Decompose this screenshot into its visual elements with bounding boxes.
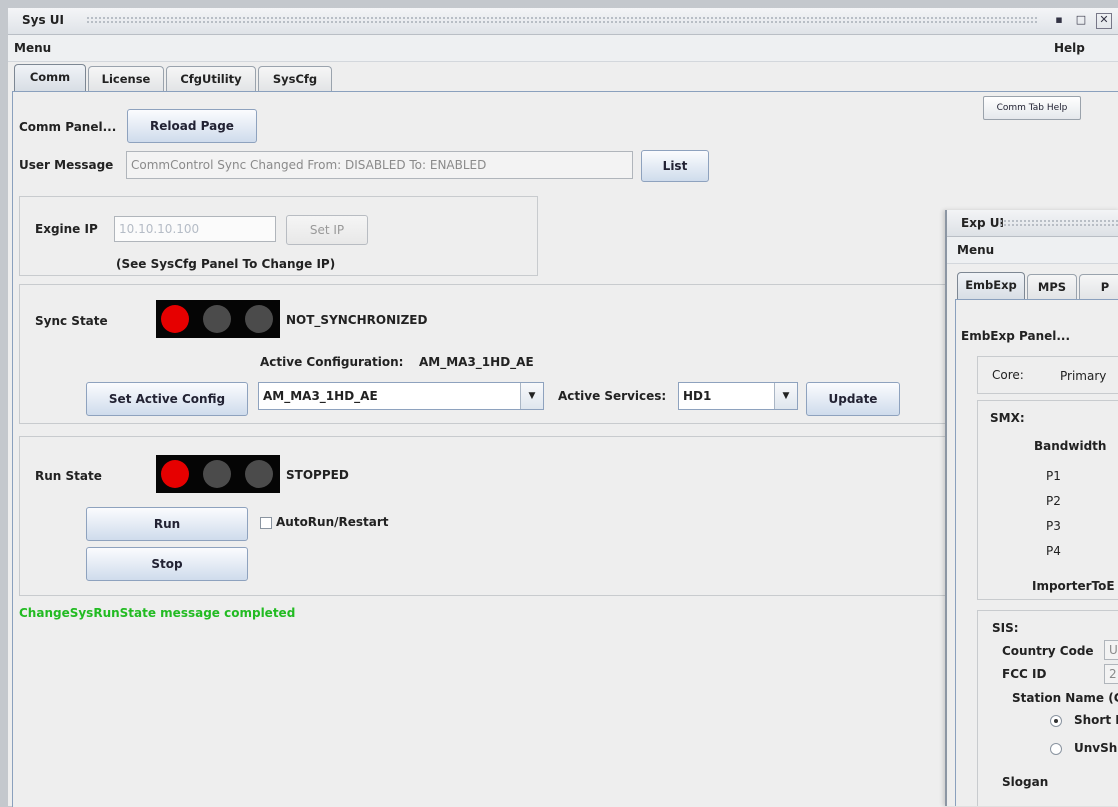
services-combo[interactable]: HD1 ▼ (678, 382, 798, 410)
menu-bar: Menu Help (8, 35, 1118, 62)
unvsh-radio[interactable] (1050, 743, 1062, 755)
smx-p4-label: P4 (1046, 544, 1061, 558)
status-message: ChangeSysRunState message completed (19, 606, 296, 620)
sync-light-right (245, 305, 273, 333)
comm-panel-label: Comm Panel... (19, 120, 117, 134)
run-state-label: Run State (35, 469, 102, 483)
engine-ip-field[interactable]: 10.10.10.100 (114, 216, 276, 242)
sync-state-value: NOT_SYNCHRONIZED (286, 313, 428, 327)
list-button[interactable]: List (641, 150, 709, 182)
user-message-field: CommControl Sync Changed From: DISABLED … (126, 151, 633, 179)
slogan-label: Slogan (1002, 775, 1049, 789)
tab-cfgutility[interactable]: CfgUtility (166, 66, 256, 91)
exp-menu-bar: Menu (947, 237, 1118, 264)
exp-tab-embexp[interactable]: EmbExp (957, 272, 1025, 300)
reload-page-button[interactable]: Reload Page (127, 109, 257, 143)
core-label: Core: (992, 368, 1024, 382)
update-button[interactable]: Update (806, 382, 900, 416)
embexp-panel-label: EmbExp Panel... (961, 329, 1071, 343)
exp-menu-item-menu[interactable]: Menu (957, 243, 994, 257)
menu-item-help[interactable]: Help (1054, 41, 1085, 55)
chevron-down-icon[interactable]: ▼ (774, 383, 797, 409)
run-traffic-light (156, 455, 280, 493)
config-combo-value: AM_MA3_1HD_AE (263, 389, 378, 403)
minimize-icon[interactable]: ▪ (1052, 13, 1066, 27)
core-group: Core: Primary (977, 356, 1118, 394)
comm-tab-help-button[interactable]: Comm Tab Help (983, 96, 1081, 120)
close-icon[interactable]: ✕ (1096, 13, 1112, 29)
smx-p3-label: P3 (1046, 519, 1061, 533)
chevron-down-icon[interactable]: ▼ (520, 383, 543, 409)
country-code-label: Country Code (1002, 644, 1094, 658)
sync-light-middle (203, 305, 231, 333)
unvsh-radio-label[interactable]: UnvSh (1074, 741, 1117, 755)
menu-item-menu[interactable]: Menu (14, 41, 51, 55)
autorun-label[interactable]: AutoRun/Restart (276, 515, 389, 529)
smx-group: SMX: Bandwidth P1 P2 P3 P4 ImporterToE (977, 400, 1118, 600)
exp-title-grip (999, 219, 1118, 227)
short-radio[interactable] (1050, 715, 1062, 727)
sis-label: SIS: (992, 621, 1019, 635)
exp-tab-p[interactable]: P (1079, 274, 1118, 299)
config-combo[interactable]: AM_MA3_1HD_AE ▼ (258, 382, 544, 410)
exp-tab-mps[interactable]: MPS (1027, 274, 1077, 299)
exp-ui-window: Exp UI Menu EmbExp MPS P EmbExp Panel...… (945, 210, 1118, 806)
run-state-group: Run State STOPPED Run AutoRun/Restart St… (19, 436, 959, 596)
engine-ip-group: Exgine IP 10.10.10.100 Set IP (See SysCf… (19, 196, 538, 276)
title-bar[interactable]: Sys UI ▪ □ ✕ (8, 8, 1118, 35)
run-button[interactable]: Run (86, 507, 248, 541)
autorun-checkbox[interactable] (260, 517, 272, 529)
sync-state-label: Sync State (35, 314, 108, 328)
active-services-label: Active Services: (558, 389, 667, 403)
exp-title-bar[interactable]: Exp UI (947, 210, 1118, 237)
short-radio-label[interactable]: Short I (1074, 713, 1118, 727)
bandwidth-label: Bandwidth (1034, 439, 1107, 453)
ip-note: (See SysCfg Panel To Change IP) (116, 257, 336, 271)
maximize-icon[interactable]: □ (1074, 13, 1088, 27)
sync-light-red (161, 305, 189, 333)
tab-strip: Comm License CfgUtility SysCfg (8, 62, 1118, 92)
tab-comm[interactable]: Comm (14, 64, 86, 92)
run-light-red (161, 460, 189, 488)
fcc-id-label: FCC ID (1002, 667, 1047, 681)
stop-button[interactable]: Stop (86, 547, 248, 581)
active-config-value: AM_MA3_1HD_AE (419, 355, 534, 369)
services-combo-value: HD1 (683, 389, 712, 403)
smx-p2-label: P2 (1046, 494, 1061, 508)
run-state-value: STOPPED (286, 468, 349, 482)
smx-p1-label: P1 (1046, 469, 1061, 483)
country-code-field[interactable]: U (1104, 640, 1118, 660)
window-title: Sys UI (22, 13, 64, 27)
core-value: Primary (1060, 369, 1107, 383)
active-config-label: Active Configuration: (260, 355, 404, 369)
fcc-id-field[interactable]: 2 (1104, 664, 1118, 684)
set-active-config-button[interactable]: Set Active Config (86, 382, 248, 416)
station-name-label: Station Name (C (1012, 691, 1118, 705)
importer-label: ImporterToE (1032, 579, 1115, 593)
tab-license[interactable]: License (88, 66, 164, 91)
title-grip (86, 16, 1038, 24)
sync-traffic-light (156, 300, 280, 338)
run-light-right (245, 460, 273, 488)
exp-window-title: Exp UI (961, 216, 1004, 230)
user-message-label: User Message (19, 158, 114, 172)
sis-group: SIS: Country Code U FCC ID 2 Station Nam… (977, 610, 1118, 806)
smx-label: SMX: (990, 411, 1025, 425)
sync-state-group: Sync State NOT_SYNCHRONIZED Active Confi… (19, 284, 959, 424)
tab-syscfg[interactable]: SysCfg (258, 66, 332, 91)
run-light-middle (203, 460, 231, 488)
set-ip-button[interactable]: Set IP (286, 215, 368, 245)
engine-ip-label: Exgine IP (35, 222, 98, 236)
